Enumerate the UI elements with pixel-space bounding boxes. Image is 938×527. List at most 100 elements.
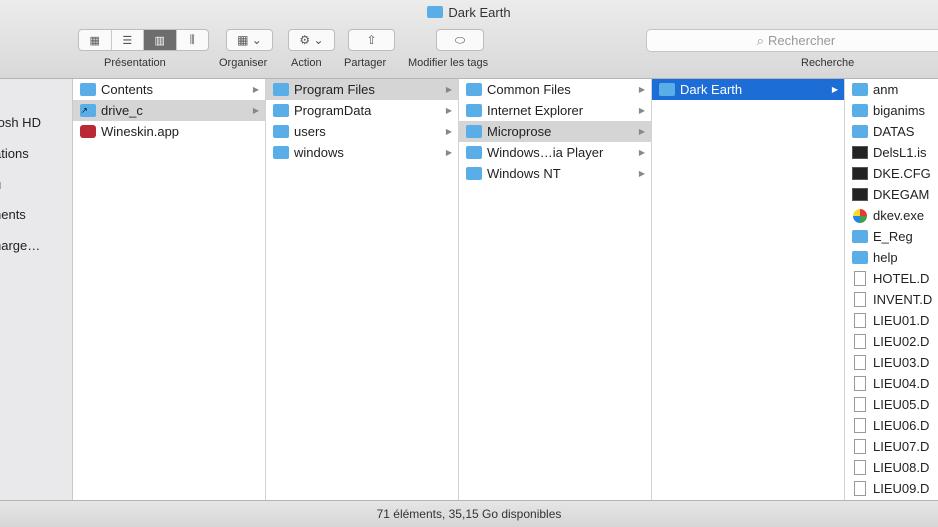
document-icon	[854, 481, 866, 496]
file-item-label: ProgramData	[294, 103, 372, 118]
file-item-label: DATAS	[873, 124, 915, 139]
status-bar: 71 éléments, 35,15 Go disponibles	[0, 500, 938, 527]
file-item-label: Windows NT	[487, 166, 561, 181]
executable-icon	[852, 146, 868, 159]
file-item[interactable]: Windows NT ▶	[459, 163, 651, 184]
sidebar-item-downloads[interactable]: harge…	[0, 238, 40, 253]
file-item[interactable]: drive_c ▶	[73, 100, 265, 121]
file-item-label: LIEU01.D	[873, 313, 930, 328]
document-icon	[854, 292, 866, 307]
file-item-label: LIEU04.D	[873, 376, 930, 391]
folder-icon	[466, 146, 482, 159]
window-title: Dark Earth	[0, 5, 938, 20]
file-item-label: HOTEL.D	[873, 271, 930, 286]
file-item[interactable]: Program Files ▶	[266, 79, 458, 100]
file-item-label: users	[294, 124, 326, 139]
browser-column-1: Contents ▶ drive_c ▶ Wineskin.app	[73, 79, 266, 500]
sidebar-item-applications[interactable]: ations	[0, 146, 29, 161]
file-item[interactable]: E_Reg	[845, 226, 938, 247]
file-item[interactable]: DATAS	[845, 121, 938, 142]
file-item[interactable]: Contents ▶	[73, 79, 265, 100]
file-item-label: Internet Explorer	[487, 103, 584, 118]
file-item[interactable]: anm	[845, 79, 938, 100]
file-item[interactable]: INVENT.D	[845, 289, 938, 310]
sidebar-item-documents[interactable]: nents	[0, 207, 26, 222]
file-item[interactable]: Microprose ▶	[459, 121, 651, 142]
share-label: Partager	[344, 57, 387, 69]
disclosure-arrow-icon: ▶	[252, 106, 259, 115]
file-item[interactable]: LIEU06.D	[845, 415, 938, 436]
list-view-icon[interactable]: ☰	[112, 30, 144, 50]
browser-column-2: Program Files ▶ ProgramData ▶ users ▶ windows ▶	[266, 79, 459, 500]
disclosure-arrow-icon: ▶	[445, 106, 452, 115]
file-item[interactable]: Dark Earth ▶	[652, 79, 844, 100]
file-item-label: E_Reg	[873, 229, 913, 244]
disclosure-arrow-icon: ▶	[638, 85, 645, 94]
file-item[interactable]: LIEU03.D	[845, 352, 938, 373]
file-item[interactable]: LIEU08.D	[845, 457, 938, 478]
file-item-label: dkev.exe	[873, 208, 925, 223]
file-item[interactable]: LIEU09.D	[845, 478, 938, 499]
file-item[interactable]: ProgramData ▶	[266, 100, 458, 121]
folder-icon	[466, 83, 482, 96]
browser-column-3: Common Files ▶ Internet Explorer ▶ Micropros…	[459, 79, 652, 500]
file-item-label: LIEU07.D	[873, 439, 930, 454]
file-item[interactable]: LIEU04.D	[845, 373, 938, 394]
arrange-button[interactable]: ▦ ⌄	[226, 29, 273, 51]
file-item[interactable]: DelsL1.is	[845, 142, 938, 163]
disclosure-arrow-icon: ▶	[445, 127, 452, 136]
icon-view-icon[interactable]: ▦	[79, 30, 112, 50]
file-item-label: DKEGAM	[873, 187, 930, 202]
folder-icon	[852, 230, 868, 243]
sidebar: tosh HD ations u nents harge…	[0, 79, 73, 500]
file-item[interactable]: users ▶	[266, 121, 458, 142]
folder-icon	[852, 104, 868, 117]
search-placeholder: Rechercher	[768, 33, 836, 48]
search-icon: ⌕	[756, 32, 765, 48]
document-icon	[854, 418, 866, 433]
view-switcher[interactable]: ▦ ☰ ▥ ⫼	[78, 29, 209, 51]
file-item[interactable]: Common Files ▶	[459, 79, 651, 100]
file-item[interactable]: LIEU05.D	[845, 394, 938, 415]
document-icon	[854, 460, 866, 475]
cover-flow-icon[interactable]: ⫼	[177, 30, 209, 50]
folder-icon	[466, 167, 482, 180]
sidebar-item-macintosh-hd[interactable]: tosh HD	[0, 115, 41, 130]
file-item-label: drive_c	[101, 103, 143, 118]
file-item[interactable]: LIEU02.D	[845, 331, 938, 352]
action-button[interactable]: ⚙ ⌄	[288, 29, 335, 51]
disclosure-arrow-icon: ▶	[638, 106, 645, 115]
file-item[interactable]: Windows…ia Player ▶	[459, 142, 651, 163]
file-item[interactable]: HOTEL.D	[845, 268, 938, 289]
file-item[interactable]: LIEU07.D	[845, 436, 938, 457]
tags-button[interactable]: ⬭	[436, 29, 484, 51]
column-view-icon[interactable]: ▥	[144, 30, 177, 50]
folder-icon	[273, 146, 289, 159]
file-item-label: Windows…ia Player	[487, 145, 604, 160]
folder-icon	[466, 104, 482, 117]
file-item[interactable]: dkev.exe	[845, 205, 938, 226]
file-item-label: Dark Earth	[680, 82, 743, 97]
disclosure-arrow-icon: ▶	[831, 85, 838, 94]
share-button[interactable]: ⇧	[348, 29, 395, 51]
file-item[interactable]: DKE.CFG	[845, 163, 938, 184]
file-item-label: windows	[294, 145, 344, 160]
file-item[interactable]: Wineskin.app	[73, 121, 265, 142]
file-item[interactable]: DKEGAM	[845, 184, 938, 205]
file-item[interactable]: LIEU01.D	[845, 310, 938, 331]
file-item[interactable]: Internet Explorer ▶	[459, 100, 651, 121]
search-input[interactable]: ⌕ Rechercher	[646, 29, 938, 52]
file-item[interactable]: biganims	[845, 100, 938, 121]
folder-icon	[852, 125, 868, 138]
document-icon	[854, 439, 866, 454]
disclosure-arrow-icon: ▶	[445, 148, 452, 157]
sidebar-item-3[interactable]: u	[0, 177, 1, 192]
file-item[interactable]: help	[845, 247, 938, 268]
file-item-label: DelsL1.is	[873, 145, 927, 160]
folder-icon	[427, 6, 444, 18]
folder-icon	[80, 83, 96, 96]
arrange-label: Organiser	[219, 57, 268, 69]
file-item[interactable]: windows ▶	[266, 142, 458, 163]
file-item-label: biganims	[873, 103, 926, 118]
browser-column-5: anm biganims DATAS DelsL1.is DKE.CFG DKEGAM dk…	[845, 79, 938, 500]
